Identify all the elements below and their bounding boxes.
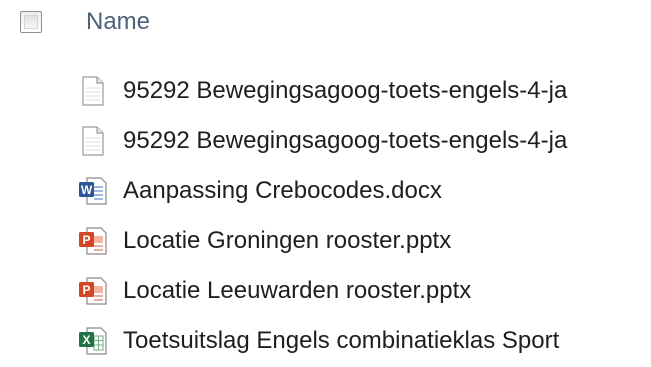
svg-text:X: X: [82, 333, 90, 347]
powerpoint-file-icon: P: [77, 275, 109, 307]
file-row[interactable]: P Locatie Leeuwarden rooster.pptx: [0, 266, 651, 316]
file-row[interactable]: W Aanpassing Crebocodes.docx: [0, 166, 651, 216]
file-name: Locatie Leeuwarden rooster.pptx: [123, 277, 472, 304]
word-document-icon: W: [77, 175, 109, 207]
svg-text:P: P: [82, 233, 90, 247]
file-name: Locatie Groningen rooster.pptx: [123, 227, 452, 254]
excel-file-icon: X: [77, 325, 109, 357]
file-row[interactable]: 95292 Bewegingsagoog-toets-engels-4-ja: [0, 66, 651, 116]
file-name: 95292 Bewegingsagoog-toets-engels-4-ja: [123, 127, 568, 154]
generic-file-icon: [77, 75, 109, 107]
file-row[interactable]: P Locatie Groningen rooster.pptx: [0, 216, 651, 266]
file-name: Aanpassing Crebocodes.docx: [123, 177, 442, 204]
powerpoint-file-icon: P: [77, 225, 109, 257]
file-name: 95292 Bewegingsagoog-toets-engels-4-ja: [123, 77, 568, 104]
generic-file-icon: [77, 125, 109, 157]
name-column-header[interactable]: Name: [86, 7, 150, 37]
select-all-checkbox[interactable]: [20, 11, 42, 33]
column-header: Name: [0, 0, 651, 50]
file-row[interactable]: X Toetsuitslag Engels combinatieklas Spo…: [0, 316, 651, 366]
file-list-view: Name 95292 Bewegingsagoog-toets-engels-4…: [0, 0, 651, 367]
svg-text:W: W: [81, 183, 93, 197]
file-name: Toetsuitslag Engels combinatieklas Sport: [123, 327, 560, 354]
file-row[interactable]: 95292 Bewegingsagoog-toets-engels-4-ja: [0, 116, 651, 166]
svg-text:P: P: [82, 283, 90, 297]
